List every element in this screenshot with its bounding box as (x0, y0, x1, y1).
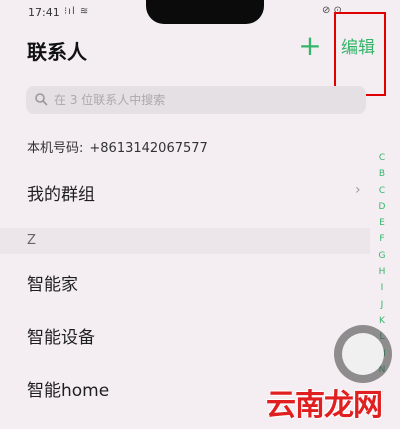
index-letter[interactable]: H (376, 264, 388, 280)
local-number-value: +8613142067577 (89, 141, 208, 156)
index-letter[interactable]: C (376, 150, 388, 166)
local-number-label: 本机号码: (27, 141, 84, 156)
index-letter[interactable]: I (376, 280, 388, 296)
highlight-box (334, 12, 386, 96)
status-time: 17:41 (28, 6, 60, 19)
contact-item[interactable]: 智能家 (27, 270, 78, 295)
camera-notch (146, 0, 264, 24)
index-letter[interactable]: F (376, 231, 388, 247)
index-letter[interactable]: D (376, 199, 388, 215)
contact-item[interactable]: 智能设备 (27, 323, 95, 348)
my-groups-row[interactable]: 我的群组 › (0, 176, 370, 210)
index-letter[interactable]: C (376, 183, 388, 199)
signal-wifi-icon: ⁝ıl ≋ (64, 6, 90, 17)
search-placeholder: 在 3 位联系人中搜索 (54, 93, 166, 107)
page-title: 联系人 (27, 40, 87, 64)
index-letter[interactable]: J (376, 297, 388, 313)
add-contact-button[interactable]: + (296, 30, 324, 62)
index-letter[interactable]: K (376, 313, 388, 329)
index-letter[interactable]: G (376, 248, 388, 264)
local-number: 本机号码: +8613142067577 (27, 137, 208, 156)
watermark: 云南龙网 (266, 388, 383, 423)
search-input[interactable]: 在 3 位联系人中搜索 (26, 86, 366, 114)
index-letter[interactable]: E (376, 215, 388, 231)
assistive-touch-inner (342, 333, 384, 375)
contact-item[interactable]: 智能home (27, 376, 109, 401)
chevron-right-icon: › (355, 182, 361, 198)
assistive-touch-button[interactable] (334, 325, 392, 383)
section-header: Z (0, 228, 370, 254)
search-icon (35, 93, 48, 106)
index-letter[interactable]: B (376, 166, 388, 182)
section-letter: Z (27, 233, 36, 248)
my-groups-label: 我的群组 (27, 185, 95, 205)
